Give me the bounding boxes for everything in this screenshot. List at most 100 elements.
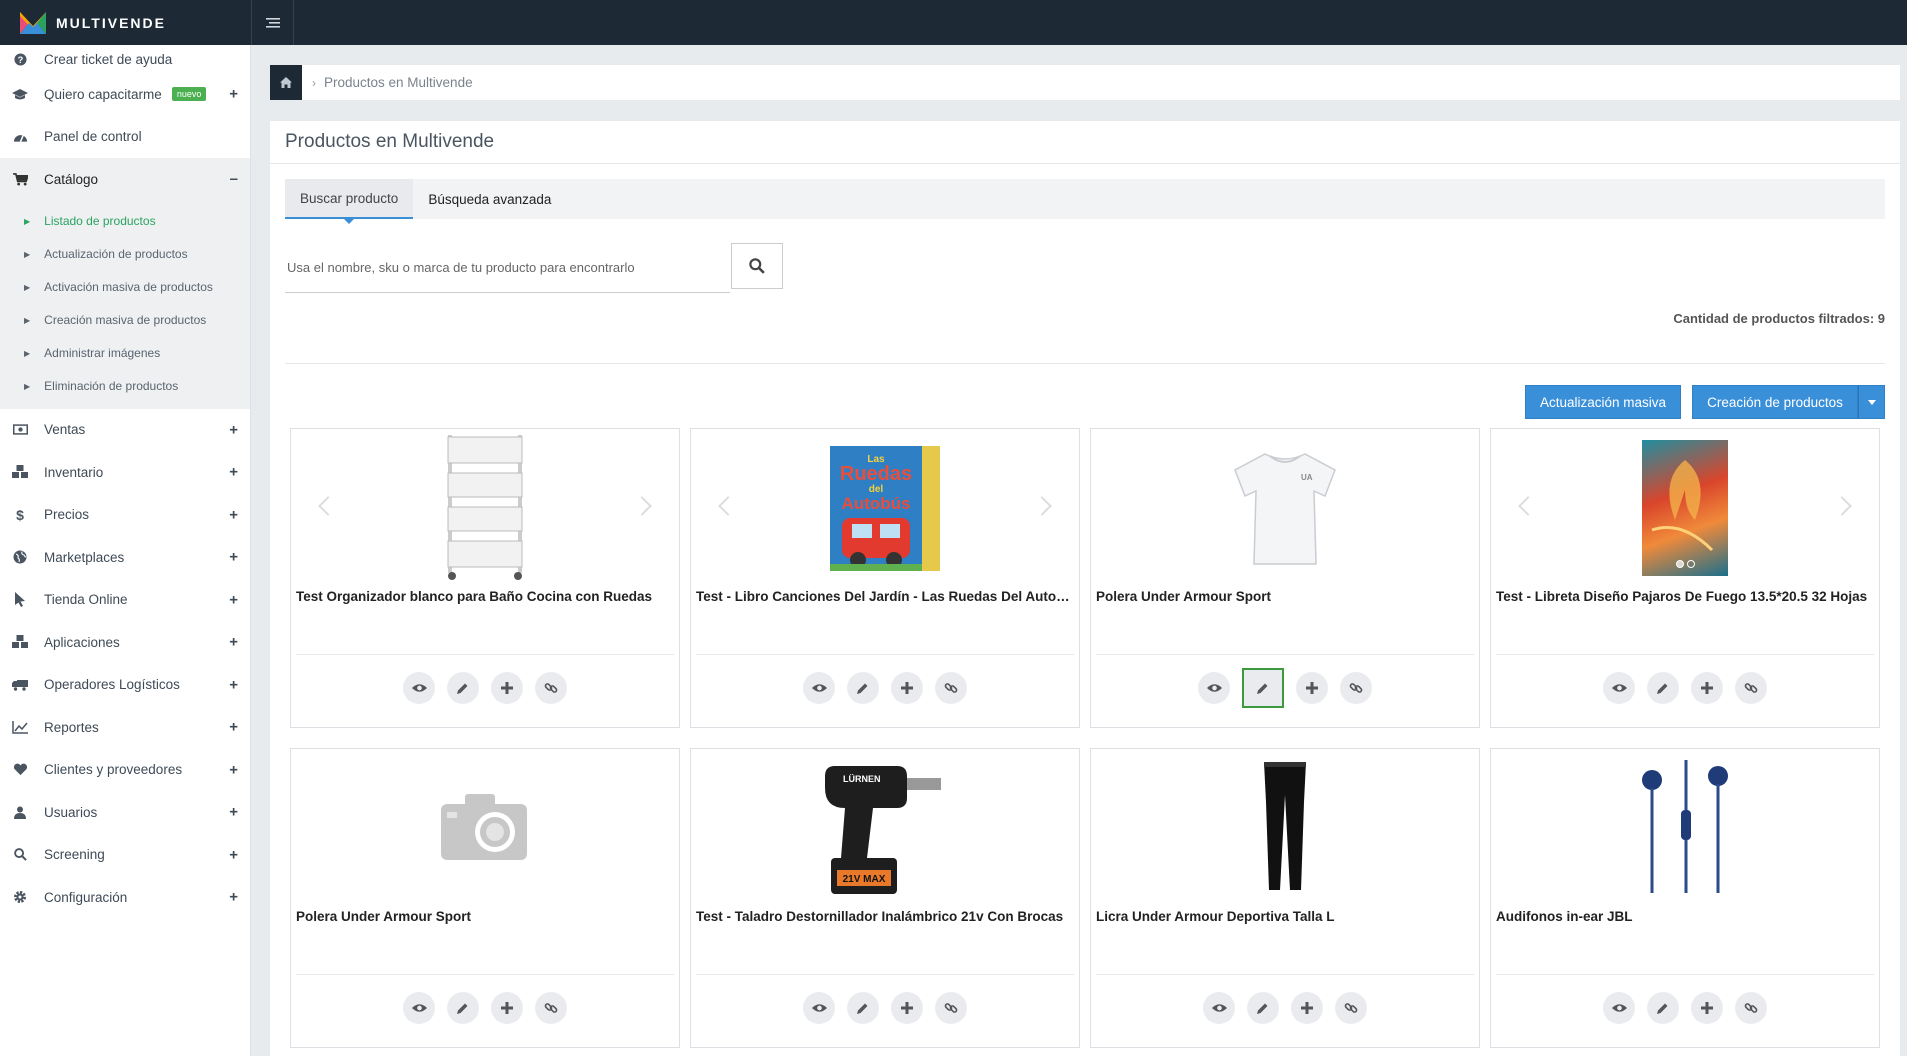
mass-update-button[interactable]: Actualización masiva xyxy=(1525,385,1681,419)
product-title[interactable]: Test - Libreta Diseño Pajaros De Fuego 1… xyxy=(1496,589,1876,604)
product-card[interactable]: UA Polera Under Armour Sport xyxy=(1090,428,1480,728)
home-button[interactable] xyxy=(270,65,302,100)
product-image-tshirt[interactable]: UA xyxy=(1091,433,1479,583)
search-button[interactable] xyxy=(731,243,783,289)
sidebar-item-training[interactable]: Quiero capacitarme nuevo + xyxy=(0,73,250,116)
expand-icon[interactable]: + xyxy=(229,506,238,523)
add-button[interactable] xyxy=(1691,992,1723,1024)
edit-button[interactable] xyxy=(847,672,879,704)
add-button[interactable] xyxy=(891,992,923,1024)
product-card[interactable]: LÜRNEN 21V MAX Test - Taladro Destornill… xyxy=(690,748,1080,1048)
expand-icon[interactable]: + xyxy=(229,846,238,863)
sidebar-sub-mass-creation[interactable]: ▶ Creación masiva de productos xyxy=(0,304,250,337)
edit-button[interactable] xyxy=(847,992,879,1024)
sidebar-item-reports[interactable]: Reportes + xyxy=(0,706,250,749)
link-button[interactable] xyxy=(1335,992,1367,1024)
link-button[interactable] xyxy=(935,672,967,704)
sidebar-sub-manage-images[interactable]: ▶ Administrar imágenes xyxy=(0,337,250,370)
product-image-book[interactable]: Las Ruedas del Autobús xyxy=(691,433,1079,583)
edit-button[interactable] xyxy=(1647,672,1679,704)
sidebar-sub-product-update[interactable]: ▶ Actualización de productos xyxy=(0,238,250,271)
edit-button[interactable] xyxy=(1242,668,1284,708)
view-button[interactable] xyxy=(1603,992,1635,1024)
sidebar-item-applications[interactable]: Aplicaciones + xyxy=(0,621,250,664)
expand-icon[interactable]: + xyxy=(229,634,238,651)
product-card[interactable]: Audifonos in-ear JBL xyxy=(1490,748,1880,1048)
expand-icon[interactable]: + xyxy=(229,719,238,736)
sidebar-item-inventory[interactable]: Inventario + xyxy=(0,451,250,494)
sidebar-item-dashboard[interactable]: Panel de control xyxy=(0,116,250,159)
sidebar-item-catalog[interactable]: Catálogo – xyxy=(0,158,250,201)
tab-advanced-search[interactable]: Búsqueda avanzada xyxy=(413,179,566,219)
carousel-dot[interactable] xyxy=(1686,560,1695,568)
link-button[interactable] xyxy=(935,992,967,1024)
carousel-dot-active[interactable] xyxy=(1675,560,1684,568)
expand-icon[interactable]: + xyxy=(229,676,238,693)
expand-icon[interactable]: + xyxy=(229,421,238,438)
expand-icon[interactable]: + xyxy=(229,591,238,608)
collapse-icon[interactable]: – xyxy=(230,171,238,188)
brand-logo[interactable]: MULTIVENDE xyxy=(0,0,251,45)
product-card[interactable]: Licra Under Armour Deportiva Talla L xyxy=(1090,748,1480,1048)
edit-button[interactable] xyxy=(447,992,479,1024)
product-card[interactable]: Polera Under Armour Sport xyxy=(290,748,680,1048)
product-card[interactable]: Las Ruedas del Autobús Test - Libro Canc… xyxy=(690,428,1080,728)
sidebar-item-clients-suppliers[interactable]: Clientes y proveedores + xyxy=(0,749,250,792)
add-button[interactable] xyxy=(1291,992,1323,1024)
view-button[interactable] xyxy=(1198,672,1230,704)
view-button[interactable] xyxy=(403,992,435,1024)
expand-icon[interactable]: + xyxy=(229,761,238,778)
product-image-leggings[interactable] xyxy=(1091,753,1479,903)
create-products-button[interactable]: Creación de productos xyxy=(1692,385,1858,419)
view-button[interactable] xyxy=(1203,992,1235,1024)
sidebar-item-marketplaces[interactable]: Marketplaces + xyxy=(0,536,250,579)
edit-button[interactable] xyxy=(1647,992,1679,1024)
tab-search-product[interactable]: Buscar producto xyxy=(285,179,414,224)
product-title[interactable]: Licra Under Armour Deportiva Talla L xyxy=(1096,909,1476,924)
sidebar-item-users[interactable]: Usuarios + xyxy=(0,791,250,834)
edit-button[interactable] xyxy=(1247,992,1279,1024)
link-button[interactable] xyxy=(535,672,567,704)
sidebar-item-sales[interactable]: Ventas + xyxy=(0,409,250,452)
create-products-dropdown-toggle[interactable] xyxy=(1858,385,1885,419)
edit-button[interactable] xyxy=(447,672,479,704)
sidebar-item-logistics[interactable]: Operadores Logísticos + xyxy=(0,664,250,707)
sidebar-item-online-store[interactable]: Tienda Online + xyxy=(0,579,250,622)
product-title[interactable]: Audifonos in-ear JBL xyxy=(1496,909,1876,924)
sidebar-sub-product-deletion[interactable]: ▶ Eliminación de productos xyxy=(0,370,250,403)
product-card[interactable]: Test Organizador blanco para Baño Cocina… xyxy=(290,428,680,728)
link-button[interactable] xyxy=(1735,672,1767,704)
sidebar-item-screening[interactable]: Screening + xyxy=(0,834,250,877)
expand-icon[interactable]: + xyxy=(229,86,238,103)
search-input[interactable] xyxy=(285,243,730,293)
add-button[interactable] xyxy=(491,672,523,704)
view-button[interactable] xyxy=(803,672,835,704)
link-button[interactable] xyxy=(1735,992,1767,1024)
product-title[interactable]: Polera Under Armour Sport xyxy=(1096,589,1476,604)
add-button[interactable] xyxy=(1296,672,1328,704)
product-image-placeholder[interactable] xyxy=(291,753,679,903)
expand-icon[interactable]: + xyxy=(229,549,238,566)
expand-icon[interactable]: + xyxy=(229,464,238,481)
link-button[interactable] xyxy=(1340,672,1372,704)
product-title[interactable]: Polera Under Armour Sport xyxy=(296,909,676,924)
sidebar-sub-product-list[interactable]: ▶ Listado de productos xyxy=(0,205,250,238)
product-title[interactable]: Test - Libro Canciones Del Jardín - Las … xyxy=(696,589,1076,604)
product-title[interactable]: Test - Taladro Destornillador Inalámbric… xyxy=(696,909,1076,924)
sidebar-item-prices[interactable]: $ Precios + xyxy=(0,494,250,537)
product-image-earphones[interactable] xyxy=(1491,753,1879,903)
product-image-notebook[interactable] xyxy=(1491,433,1879,583)
view-button[interactable] xyxy=(1603,672,1635,704)
add-button[interactable] xyxy=(1691,672,1723,704)
expand-icon[interactable]: + xyxy=(229,804,238,821)
menu-toggle-button[interactable] xyxy=(251,0,294,45)
link-button[interactable] xyxy=(535,992,567,1024)
view-button[interactable] xyxy=(803,992,835,1024)
add-button[interactable] xyxy=(491,992,523,1024)
product-title[interactable]: Test Organizador blanco para Baño Cocina… xyxy=(296,589,676,604)
view-button[interactable] xyxy=(403,672,435,704)
product-image-drill[interactable]: LÜRNEN 21V MAX xyxy=(691,753,1079,903)
add-button[interactable] xyxy=(891,672,923,704)
sidebar-item-settings[interactable]: Configuración + xyxy=(0,876,250,919)
sidebar-item-help-ticket[interactable]: ? Crear ticket de ayuda xyxy=(0,45,250,73)
